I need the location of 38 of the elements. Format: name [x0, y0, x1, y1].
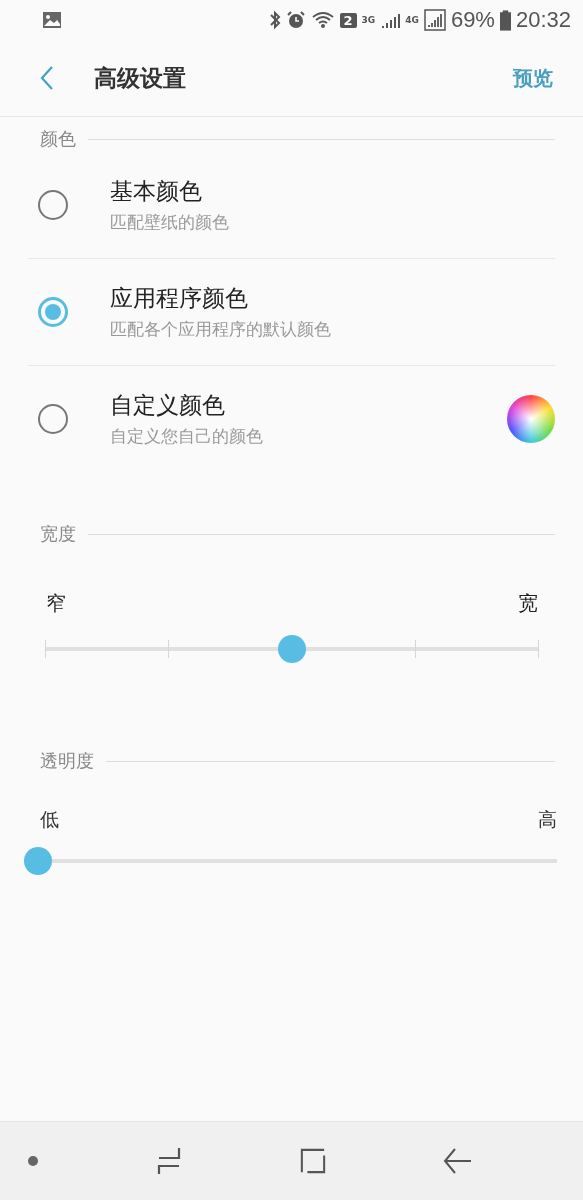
radio-button[interactable]: [38, 297, 68, 327]
sim-badge: 2: [339, 12, 357, 28]
signal-icon: [423, 9, 446, 31]
alarm-icon: [285, 10, 306, 30]
radio-button[interactable]: [38, 190, 68, 220]
option-title: 自定义颜色: [110, 391, 226, 420]
option-subtitle: 匹配壁纸的颜色: [110, 211, 230, 234]
color-option[interactable]: 自定义颜色 自定义您自己的颜色: [28, 365, 555, 472]
option-subtitle: 匹配各个应用程序的默认颜色: [110, 318, 332, 341]
slider-max-label: 宽: [518, 590, 538, 617]
color-option[interactable]: 应用程序颜色 匹配各个应用程序的默认颜色: [28, 258, 555, 365]
recent-apps-icon[interactable]: [155, 1146, 183, 1176]
color-option[interactable]: 基本颜色 匹配壁纸的颜色: [28, 151, 555, 258]
wifi-icon: [310, 10, 335, 30]
nav-dot-icon[interactable]: [28, 1156, 38, 1166]
section-header: 透明度: [40, 749, 94, 773]
section-header: 颜色: [40, 127, 76, 151]
option-subtitle: 自定义您自己的颜色: [110, 425, 264, 448]
battery-icon: [499, 9, 511, 31]
radio-button[interactable]: [38, 404, 68, 434]
slider-max-label: 高: [538, 807, 557, 832]
option-title: 基本颜色: [110, 177, 203, 206]
section-header: 宽度: [40, 522, 76, 546]
slider-thumb[interactable]: [24, 847, 52, 875]
home-icon[interactable]: [300, 1148, 326, 1174]
bluetooth-icon: [268, 10, 281, 30]
gallery-icon: [42, 11, 62, 29]
network-label: 3G: [361, 15, 376, 25]
slider-min-label: 窄: [46, 590, 66, 617]
page-title: 高级设置: [94, 63, 187, 93]
back-icon[interactable]: [443, 1147, 473, 1175]
slider-min-label: 低: [40, 807, 59, 832]
battery-percent: 69%: [450, 7, 495, 33]
network-label: 4G: [405, 15, 419, 25]
color-wheel-icon[interactable]: [507, 395, 555, 443]
slider-thumb[interactable]: [277, 635, 306, 663]
option-title: 应用程序颜色: [110, 284, 249, 313]
clock: 20:32: [515, 7, 571, 33]
